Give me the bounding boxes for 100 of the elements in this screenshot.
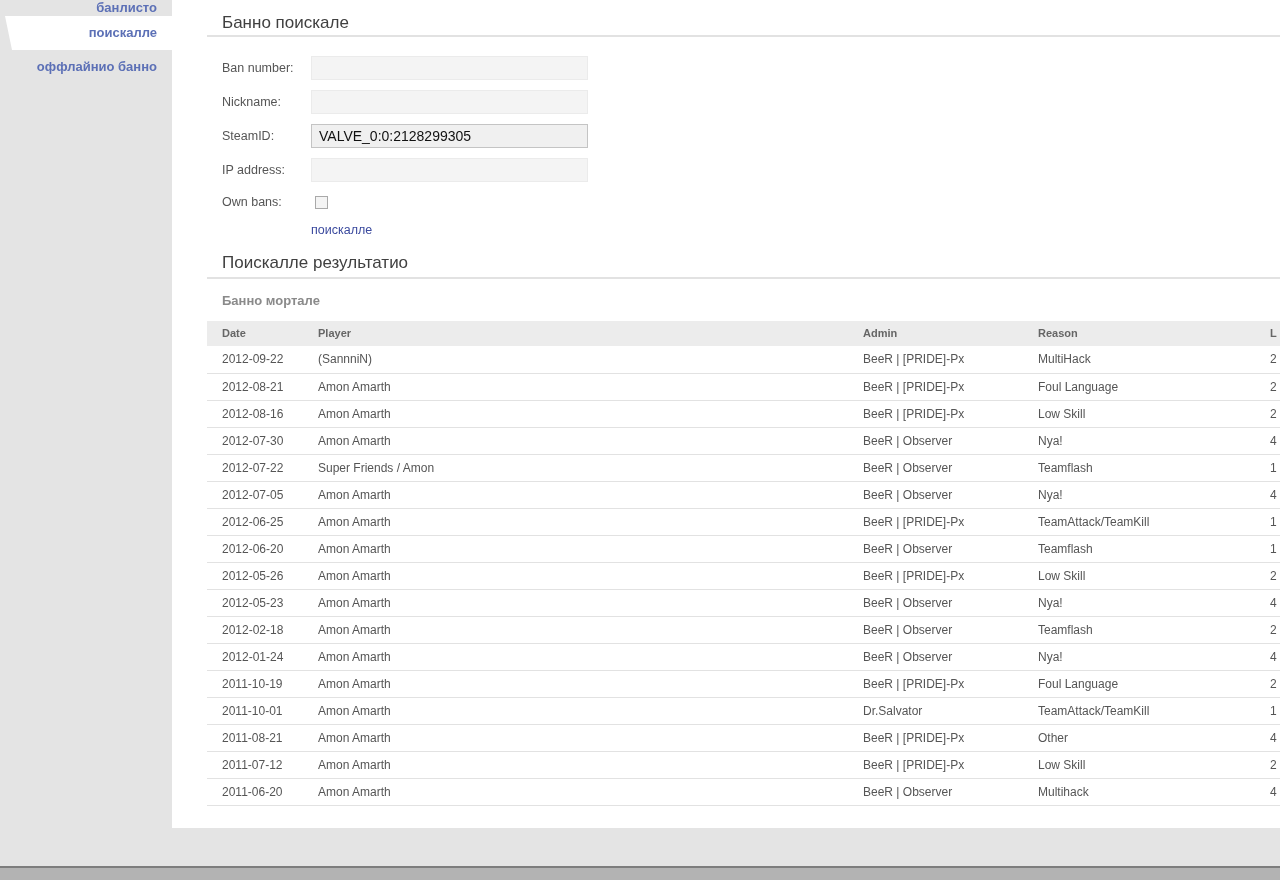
table-cell: 2012-07-05 (207, 481, 303, 508)
table-cell: BeeR | [PRIDE]-Px (848, 373, 1023, 400)
table-cell: Low Skill (1023, 562, 1255, 589)
sidebar-link[interactable]: поискалле (5, 16, 172, 50)
table-cell: Nya! (1023, 643, 1255, 670)
field-label: Own bans: (222, 193, 283, 211)
table-cell: BeeR | Observer (848, 535, 1023, 562)
table-cell: TeamAttack/TeamKill (1023, 697, 1255, 724)
table-cell: Amon Amarth (303, 643, 848, 670)
table-cell: 1 (1255, 508, 1280, 535)
column-header: Date (207, 321, 303, 346)
table-cell: BeeR | [PRIDE]-Px (848, 400, 1023, 427)
sidebar-link[interactable]: банлисто (5, 0, 172, 16)
table-cell: Amon Amarth (303, 481, 848, 508)
text-field[interactable]: VALVE_0:0:2128299305 (311, 124, 588, 148)
table-caption: Банно мортале (222, 292, 320, 310)
table-cell: 1 (1255, 535, 1280, 562)
table-cell: 2 (1255, 400, 1280, 427)
table-cell: Nya! (1023, 427, 1255, 454)
field-label: IP address: (222, 161, 286, 179)
table-cell: 4 (1255, 427, 1280, 454)
table-cell: 2 (1255, 346, 1280, 373)
table-cell: 2 (1255, 670, 1280, 697)
table-cell: 4 (1255, 643, 1280, 670)
table-cell: Low Skill (1023, 751, 1255, 778)
table-cell: Teamflash (1023, 616, 1255, 643)
table-cell: Other (1023, 724, 1255, 751)
table-cell: 2012-06-20 (207, 535, 303, 562)
table-cell: BeeR | Observer (848, 778, 1023, 805)
table-cell: 2012-09-22 (207, 346, 303, 373)
table-cell: 2012-07-30 (207, 427, 303, 454)
table-cell: BeeR | [PRIDE]-Px (848, 751, 1023, 778)
table-cell: Dr.Salvator (848, 697, 1023, 724)
table-cell: 2011-10-19 (207, 670, 303, 697)
table-cell: Amon Amarth (303, 697, 848, 724)
table-cell: 2 (1255, 616, 1280, 643)
table-cell: Amon Amarth (303, 778, 848, 805)
table-cell: 2012-08-16 (207, 400, 303, 427)
table-cell: 2012-01-24 (207, 643, 303, 670)
table-cell: BeeR | [PRIDE]-Px (848, 346, 1023, 373)
field-label: SteamID: (222, 127, 276, 145)
table-cell: Nya! (1023, 589, 1255, 616)
sidebar-link[interactable]: оффлайнио банно (5, 50, 172, 84)
table-cell: 4 (1255, 481, 1280, 508)
table-cell: 4 (1255, 724, 1280, 751)
table-cell: BeeR | Observer (848, 427, 1023, 454)
table-cell: 2 (1255, 751, 1280, 778)
column-header: Admin (848, 321, 1023, 346)
section-title: Банно поискале (222, 12, 349, 34)
table-cell: BeeR | [PRIDE]-Px (848, 562, 1023, 589)
table-cell: BeeR | [PRIDE]-Px (848, 670, 1023, 697)
table-cell: 2012-07-22 (207, 454, 303, 481)
search-link[interactable]: поискалле (311, 223, 373, 237)
table-cell: Amon Amarth (303, 616, 848, 643)
column-header: L (1255, 321, 1280, 346)
table-cell: Amon Amarth (303, 751, 848, 778)
column-header: Player (303, 321, 848, 346)
table-cell: Teamflash (1023, 535, 1255, 562)
table-cell: 2012-05-26 (207, 562, 303, 589)
table-cell: 2 (1255, 373, 1280, 400)
table-cell: 1 (1255, 454, 1280, 481)
table-cell: 1 (1255, 697, 1280, 724)
table-cell: Amon Amarth (303, 427, 848, 454)
table-cell: Amon Amarth (303, 589, 848, 616)
table-cell: 2011-08-21 (207, 724, 303, 751)
table-cell: Amon Amarth (303, 724, 848, 751)
table-cell: Multihack (1023, 778, 1255, 805)
table-cell: Amon Amarth (303, 373, 848, 400)
table-cell: BeeR | Observer (848, 481, 1023, 508)
table-cell: 2012-06-25 (207, 508, 303, 535)
table-cell: BeeR | Observer (848, 454, 1023, 481)
field-label: Nickname: (222, 93, 283, 111)
table-cell: Amon Amarth (303, 562, 848, 589)
field-label: Ban number: (222, 59, 295, 77)
table-cell: 2012-02-18 (207, 616, 303, 643)
table-cell: Amon Amarth (303, 535, 848, 562)
table-cell: MultiHack (1023, 346, 1255, 373)
table-cell: Teamflash (1023, 454, 1255, 481)
table-cell: 2011-06-20 (207, 778, 303, 805)
table-cell: BeeR | Observer (848, 616, 1023, 643)
table-cell: Low Skill (1023, 400, 1255, 427)
table-cell: BeeR | [PRIDE]-Px (848, 508, 1023, 535)
table-cell: Super Friends / Amon (303, 454, 848, 481)
table-cell: Amon Amarth (303, 508, 848, 535)
table-cell: BeeR | Observer (848, 589, 1023, 616)
table-cell: 4 (1255, 778, 1280, 805)
table-cell: 2012-05-23 (207, 589, 303, 616)
table-cell: Amon Amarth (303, 670, 848, 697)
table-cell: BeeR | [PRIDE]-Px (848, 724, 1023, 751)
table-cell: (SannniN) (303, 346, 848, 373)
table-cell: 2 (1255, 562, 1280, 589)
table-cell: Nya! (1023, 481, 1255, 508)
section-title: Поискалле результатио (222, 252, 409, 274)
table-cell: Amon Amarth (303, 400, 848, 427)
column-header: Reason (1023, 321, 1255, 346)
checkbox[interactable] (315, 195, 328, 209)
table-cell: BeeR | Observer (848, 643, 1023, 670)
table-cell: TeamAttack/TeamKill (1023, 508, 1255, 535)
table-cell: Foul Language (1023, 670, 1255, 697)
table-cell: 4 (1255, 589, 1280, 616)
